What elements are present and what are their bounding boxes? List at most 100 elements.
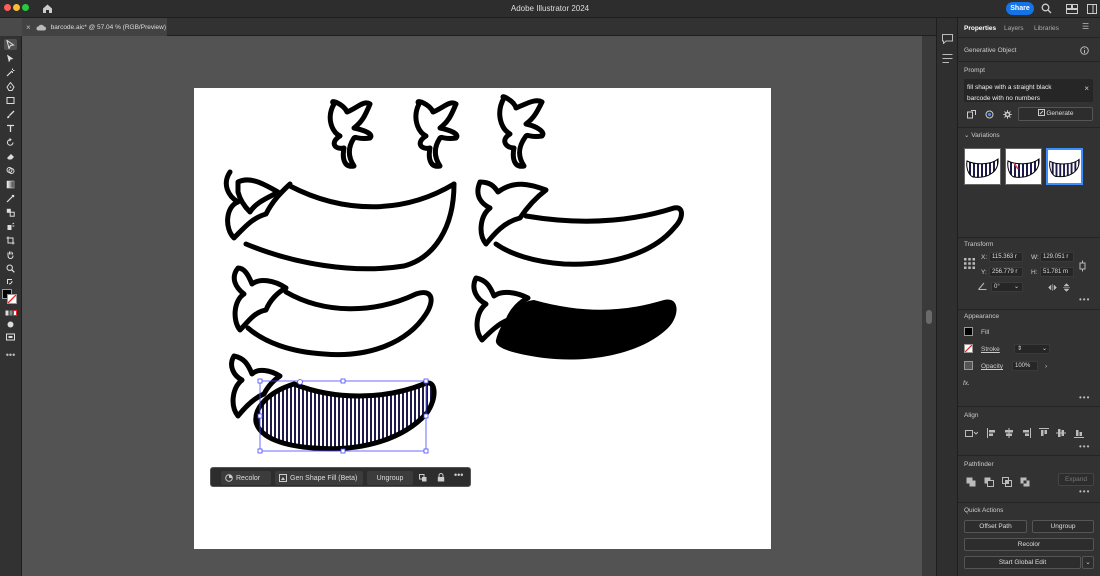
fx-button[interactable]: fx.: [963, 380, 970, 387]
tools-panel: •••: [0, 36, 22, 576]
stroke-dropdown-icon[interactable]: ⌄: [1042, 345, 1047, 353]
opacity-field[interactable]: 100%: [1012, 361, 1038, 371]
opacity-chevron-icon[interactable]: ›: [1045, 363, 1047, 370]
variation-thumbnail-2[interactable]: [1005, 148, 1042, 185]
align-right-icon[interactable]: [1021, 428, 1031, 438]
variation-thumbnail-3[interactable]: [1046, 148, 1083, 185]
pathfinder-intersect-icon[interactable]: [1002, 477, 1012, 487]
tab-layers[interactable]: Layers: [1004, 25, 1024, 32]
height-field[interactable]: 51.781 m: [1040, 267, 1074, 277]
pen-tool[interactable]: [4, 81, 17, 92]
info-icon[interactable]: [1080, 46, 1089, 55]
search-icon[interactable]: [1041, 3, 1052, 14]
eyedropper-tool[interactable]: [4, 193, 17, 204]
variation-thumbnail-1[interactable]: [964, 148, 1001, 185]
blend-tool[interactable]: [4, 207, 17, 218]
flip-horizontal-icon[interactable]: [1048, 284, 1057, 291]
align-to-icon[interactable]: [965, 429, 978, 438]
stroke-weight-field[interactable]: ⇕ ⌄: [1014, 344, 1050, 354]
rectangle-tool[interactable]: [4, 95, 17, 106]
fill-color-swatch[interactable]: [964, 327, 973, 336]
ctx-recolor-button[interactable]: Recolor: [221, 471, 271, 485]
x-field[interactable]: 115.363 r: [989, 252, 1023, 262]
variations-header[interactable]: ⌄ Variations: [964, 131, 1000, 139]
rotate-tool[interactable]: [4, 137, 17, 148]
generate-button[interactable]: Generate: [1018, 107, 1093, 121]
swap-fill-stroke[interactable]: [4, 277, 17, 288]
y-field[interactable]: 256.779 r: [989, 267, 1023, 277]
rotation-field[interactable]: 0° ⌄: [991, 282, 1023, 292]
opacity-label[interactable]: Opacity: [981, 363, 1003, 370]
eraser-tool[interactable]: [4, 151, 17, 162]
offset-path-button[interactable]: Offset Path: [964, 520, 1027, 533]
canvas-area[interactable]: Recolor Gen Shape Fill (Beta) Ungroup ••…: [22, 36, 922, 576]
comments-icon[interactable]: [942, 34, 953, 44]
clear-prompt-icon[interactable]: ×: [1084, 83, 1089, 94]
prompt-input[interactable]: fill shape with a straight black barcode…: [964, 79, 1093, 102]
stroke-stepper-icon[interactable]: ⇕: [1017, 345, 1022, 353]
arrange-icon[interactable]: [419, 474, 427, 482]
color-mode-buttons[interactable]: [4, 307, 17, 318]
stroke-color-swatch[interactable]: [964, 344, 973, 353]
symbol-sprayer-tool[interactable]: [4, 221, 17, 232]
screen-mode-button[interactable]: [4, 332, 17, 343]
align-bottom-icon[interactable]: [1074, 428, 1084, 438]
direct-selection-tool[interactable]: [4, 53, 17, 64]
pathfinder-exclude-icon[interactable]: [1020, 477, 1030, 487]
workspace-icon[interactable]: [1066, 4, 1078, 14]
align-vertical-center-icon[interactable]: [1056, 428, 1066, 438]
vertical-scrollbar[interactable]: [922, 36, 936, 576]
quick-recolor-button[interactable]: Recolor: [964, 538, 1094, 551]
flip-vertical-icon[interactable]: [1063, 283, 1070, 292]
style-reference-icon[interactable]: [985, 110, 994, 119]
magic-wand-tool[interactable]: [4, 67, 17, 78]
constrain-proportions-icon[interactable]: [1079, 260, 1086, 272]
panel-menu-icon[interactable]: ☰: [1082, 22, 1090, 31]
align-top-icon[interactable]: [1039, 428, 1049, 438]
pathfinder-more-icon[interactable]: •••: [1079, 487, 1090, 496]
fill-stroke-swatches[interactable]: [2, 289, 18, 305]
reference-point-icon[interactable]: [964, 258, 975, 269]
artboard-tool[interactable]: [4, 235, 17, 246]
panels-icon[interactable]: [1087, 4, 1097, 14]
lock-icon[interactable]: [437, 473, 445, 482]
start-global-edit-button[interactable]: Start Global Edit: [964, 556, 1081, 569]
document-tab[interactable]: × barcode.aic* @ 57.04 % (RGB/Preview): [22, 18, 167, 36]
close-tab-icon[interactable]: ×: [26, 23, 31, 32]
global-edit-dropdown[interactable]: ⌄: [1082, 556, 1094, 569]
shape-builder-tool[interactable]: [4, 165, 17, 176]
transform-more-icon[interactable]: •••: [1079, 295, 1090, 304]
align-more-icon[interactable]: •••: [1079, 442, 1090, 451]
history-icon[interactable]: [942, 54, 953, 64]
appearance-more-icon[interactable]: •••: [1079, 393, 1090, 402]
pathfinder-minus-front-icon[interactable]: [984, 477, 994, 487]
shape-settings-icon[interactable]: [967, 110, 976, 119]
ctx-more-icon[interactable]: •••: [454, 470, 463, 480]
rotation-dropdown-icon[interactable]: ⌄: [1014, 283, 1019, 291]
tab-libraries[interactable]: Libraries: [1034, 25, 1059, 32]
zoom-tool[interactable]: [4, 263, 17, 274]
selection-tool[interactable]: [4, 39, 17, 50]
paintbrush-tool[interactable]: [4, 109, 17, 120]
scroll-thumb[interactable]: [926, 310, 932, 324]
pivot-handle[interactable]: [297, 379, 303, 385]
quick-ungroup-button[interactable]: Ungroup: [1032, 520, 1094, 533]
hand-tool[interactable]: [4, 249, 17, 260]
stroke-label[interactable]: Stroke: [981, 346, 1000, 353]
no-stroke-icon: [7, 294, 17, 304]
settings-gear-icon[interactable]: [1003, 110, 1012, 119]
align-horizontal-center-icon[interactable]: [1004, 428, 1014, 438]
gradient-tool[interactable]: [4, 179, 17, 190]
align-left-icon[interactable]: [987, 428, 997, 438]
expand-button[interactable]: Expand: [1058, 473, 1094, 486]
ctx-gen-shape-fill-button[interactable]: Gen Shape Fill (Beta): [275, 471, 363, 485]
tab-properties[interactable]: Properties: [964, 25, 996, 32]
width-field[interactable]: 129.051 r: [1040, 252, 1074, 262]
ctx-ungroup-button[interactable]: Ungroup: [367, 471, 413, 485]
stroke-swatch[interactable]: [7, 294, 17, 304]
type-tool[interactable]: [4, 123, 17, 134]
draw-mode-button[interactable]: [4, 319, 17, 330]
pathfinder-unite-icon[interactable]: [966, 477, 976, 487]
more-tools-icon[interactable]: •••: [4, 349, 17, 360]
share-button[interactable]: Share: [1006, 2, 1034, 15]
